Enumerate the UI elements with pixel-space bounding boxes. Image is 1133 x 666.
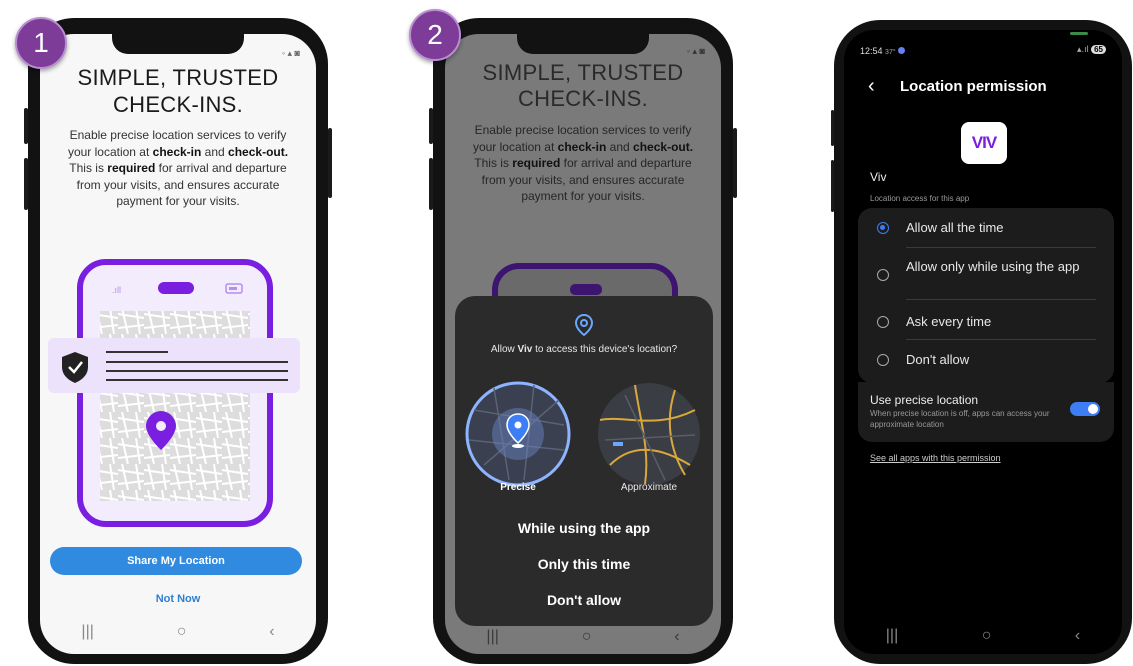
recents-icon[interactable]: ||| <box>81 623 93 641</box>
notch <box>112 18 244 54</box>
precise-map-option[interactable] <box>464 380 572 488</box>
side-button <box>328 128 332 198</box>
recents-icon[interactable]: ||| <box>886 627 898 645</box>
location-illustration: .ıll <box>48 259 300 527</box>
share-location-button[interactable]: Share My Location <box>50 547 302 575</box>
app-name: Viv <box>870 170 887 184</box>
svg-text:.ıll: .ıll <box>112 285 121 295</box>
radio-dont-allow[interactable] <box>877 354 889 366</box>
page-title-line-2: CHECK-INS. <box>112 92 244 117</box>
status-right: ▴.ıl 65 <box>1077 44 1106 55</box>
dialog-message: Allow Viv to access this device's locati… <box>490 344 678 355</box>
nav-bar: ||| ○ ‹ <box>40 612 316 652</box>
radio-ask-every-time[interactable] <box>877 316 889 328</box>
option-ask-every-time[interactable]: Ask every time <box>906 314 991 330</box>
side-button <box>831 160 834 212</box>
side-button <box>429 158 433 210</box>
option-allow-while-using[interactable]: Allow only while using the app <box>906 259 1086 275</box>
description-text: Enable precise location services to veri… <box>472 123 694 203</box>
status-bar: 12:54 37° <box>860 46 906 56</box>
toggle-knob <box>1088 404 1098 414</box>
dont-allow-button[interactable]: Don't allow <box>455 592 713 608</box>
back-arrow-icon[interactable]: ‹ <box>868 75 875 98</box>
divider <box>906 247 1096 248</box>
home-icon[interactable]: ○ <box>177 623 187 641</box>
option-allow-all-time[interactable]: Allow all the time <box>906 220 1004 236</box>
page-title: Location permission <box>900 78 1047 95</box>
side-button <box>24 158 28 210</box>
location-pin-icon <box>574 313 594 337</box>
screen-2: ◦ ▴ ◙ SIMPLE, TRUSTED CHECK-INS. Enable … <box>445 34 721 654</box>
page-title-line-1: SIMPLE, TRUSTED <box>482 60 684 85</box>
app-logo: VIV <box>961 122 1007 164</box>
see-all-apps-link[interactable]: See all apps with this permission <box>870 453 1001 463</box>
radio-allow-while-using[interactable] <box>877 269 889 281</box>
access-options-card: Allow all the time Allow only while usin… <box>858 208 1114 383</box>
divider <box>906 299 1096 300</box>
screen-3: 12:54 37° ▴.ıl 65 ‹ Location permission … <box>844 30 1122 654</box>
radio-allow-all-time[interactable] <box>877 222 889 234</box>
status-temp: 37° <box>885 49 896 56</box>
divider <box>906 339 1096 340</box>
permission-dialog: Allow Viv to access this device's locati… <box>455 296 713 626</box>
only-this-time-button[interactable]: Only this time <box>455 556 713 572</box>
side-button <box>831 110 834 146</box>
back-icon[interactable]: ‹ <box>1075 627 1080 645</box>
nav-bar: ||| ○ ‹ <box>445 617 721 654</box>
phone-3: 12:54 37° ▴.ıl 65 ‹ Location permission … <box>831 20 1132 664</box>
not-now-link[interactable]: Not Now <box>40 593 316 605</box>
back-icon[interactable]: ‹ <box>269 623 274 641</box>
phone-2: ◦ ▴ ◙ SIMPLE, TRUSTED CHECK-INS. Enable … <box>429 18 737 664</box>
option-dont-allow[interactable]: Don't allow <box>906 352 969 368</box>
status-icons: ◦ ▴ ◙ <box>281 48 300 58</box>
page-title-line-1: SIMPLE, TRUSTED <box>77 65 279 90</box>
status-time: 12:54 <box>860 46 883 56</box>
screen-1: ◦ ▴ ◙ SIMPLE, TRUSTED CHECK-INS. Enable … <box>40 34 316 654</box>
precise-location-title: Use precise location <box>870 393 979 407</box>
home-icon[interactable]: ○ <box>582 628 592 646</box>
home-icon[interactable]: ○ <box>982 627 992 645</box>
top-pill <box>1070 32 1088 35</box>
precise-location-desc: When precise location is off, apps can a… <box>870 409 1050 429</box>
side-button <box>24 108 28 144</box>
notification-icon <box>898 47 906 54</box>
step-badge-1: 1 <box>15 17 67 69</box>
back-icon[interactable]: ‹ <box>674 628 679 646</box>
description-text: Enable precise location services to veri… <box>67 128 289 208</box>
phone-1: ◦ ▴ ◙ SIMPLE, TRUSTED CHECK-INS. Enable … <box>24 18 332 664</box>
recents-icon[interactable]: ||| <box>486 628 498 646</box>
approximate-map-option[interactable] <box>595 380 703 488</box>
app-logo-text: VIV <box>971 133 997 152</box>
side-button <box>733 128 737 198</box>
precise-location-card[interactable]: Use precise location When precise locati… <box>858 382 1114 442</box>
page-title-line-2: CHECK-INS. <box>517 86 649 111</box>
step-badge-2: 2 <box>409 9 461 61</box>
battery-icon: 65 <box>1091 45 1106 54</box>
section-label: Location access for this app <box>870 194 970 203</box>
nav-bar: ||| ○ ‹ <box>844 616 1122 654</box>
approximate-label: Approximate <box>620 482 678 493</box>
notch <box>517 18 649 54</box>
signal-icon: ▴.ıl <box>1077 44 1089 54</box>
while-using-app-button[interactable]: While using the app <box>455 520 713 536</box>
side-button <box>429 108 433 144</box>
precise-location-toggle[interactable] <box>1070 402 1100 416</box>
precise-label: Precise <box>500 482 536 493</box>
status-icons: ◦ ▴ ◙ <box>686 46 705 56</box>
